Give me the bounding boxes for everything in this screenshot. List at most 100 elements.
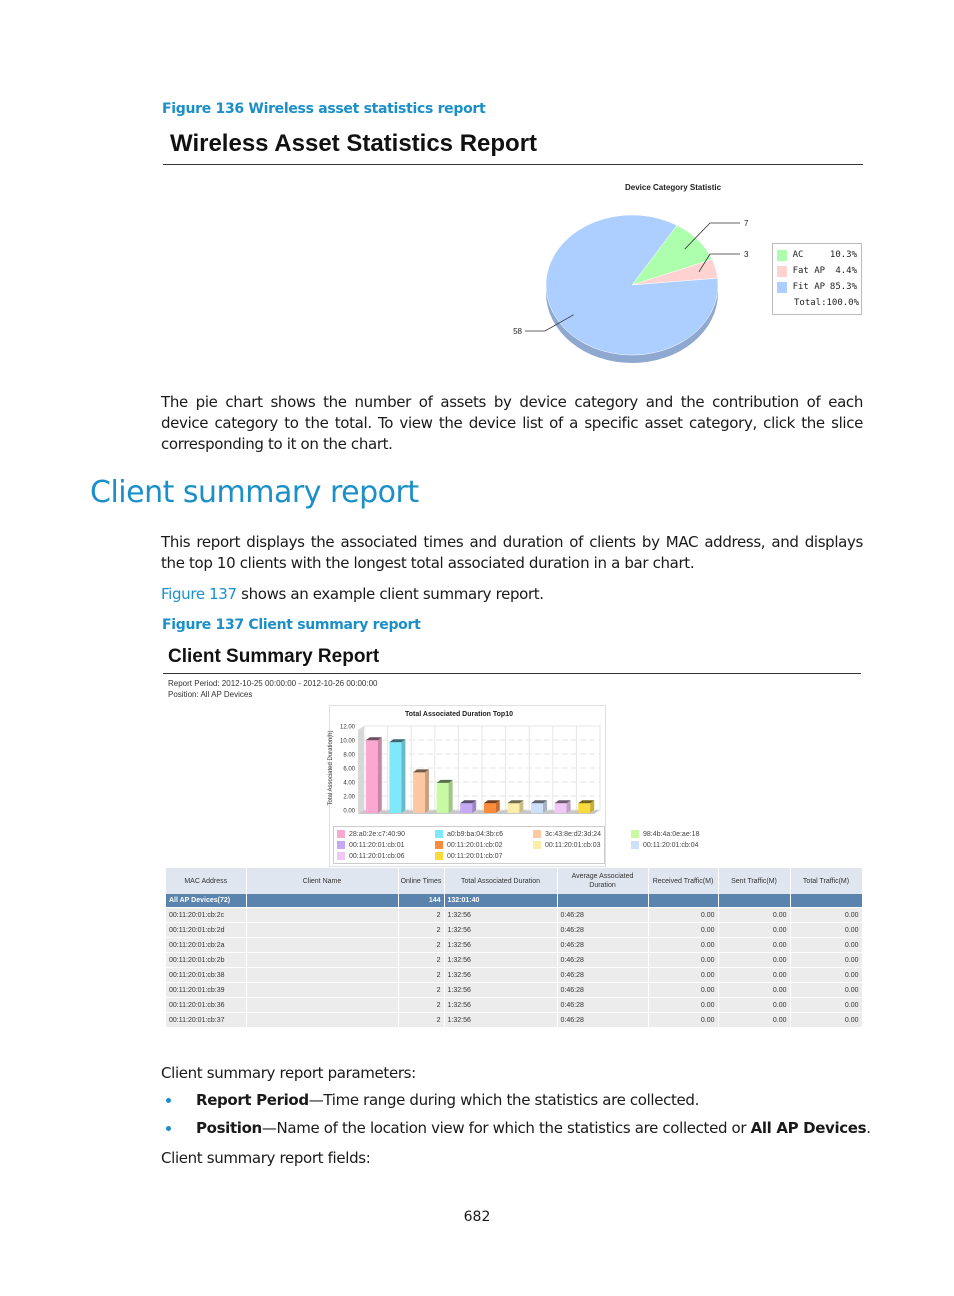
left-wall: [358, 726, 364, 814]
legend-label: 00:11:20:01:cb:07: [447, 852, 503, 860]
cell: 2: [398, 952, 445, 968]
col-sent[interactable]: Sent Traffic(M): [718, 868, 791, 894]
param-item: Position—Name of the location view for w…: [161, 1118, 881, 1146]
param-item: Report Period—Time range during which th…: [161, 1090, 881, 1118]
bar[interactable]: [507, 800, 524, 813]
table-row[interactable]: 00:11:20:01:cb:2d 2 1:32:56 0:46:28 0.00 0.00…: [166, 922, 863, 938]
cell: 1:32:56: [444, 937, 558, 953]
cell: 0.00: [718, 922, 791, 938]
cell: [790, 894, 863, 908]
figure-ref-sentence: Figure 137 shows an example client summa…: [161, 584, 863, 605]
cell: 00:11:20:01:cb:37: [166, 1012, 247, 1028]
bar[interactable]: [389, 739, 406, 813]
legend-swatch: [337, 852, 345, 860]
cell: 0.00: [648, 982, 719, 998]
col-total-duration[interactable]: Total Associated Duration: [444, 868, 558, 894]
bar-front: [436, 782, 449, 813]
bar-front: [531, 803, 543, 813]
bar-chart: 0.00 2.00 4.00 6.00 8.00 10.00 12.00 Total Asso…: [328, 725, 601, 815]
cell: 2: [398, 982, 445, 998]
cell: 0.00: [648, 922, 719, 938]
cell: 00:11:20:01:cb:2a: [166, 937, 247, 953]
cell: [246, 937, 399, 953]
pie-legend-total: Total:100.0%: [777, 295, 860, 311]
cell: 0.00: [648, 907, 719, 923]
section-heading: Client summary report: [90, 475, 419, 510]
col-client-name[interactable]: Client Name: [246, 868, 399, 894]
legend-label: 28:a0:2e:c7:40:90: [349, 830, 406, 838]
cell: 1:32:56: [444, 952, 558, 968]
bar[interactable]: [460, 800, 477, 813]
cell: 1:32:56: [444, 1012, 558, 1028]
pie-value-label: 58: [513, 327, 522, 336]
table-row[interactable]: 00:11:20:01:cb:37 2 1:32:56 0:46:28 0.00 0.00…: [166, 1012, 863, 1028]
col-avg-duration[interactable]: Average Associated Duration: [557, 868, 649, 894]
bar[interactable]: [531, 800, 547, 813]
cell: [246, 1012, 399, 1028]
bar[interactable]: [554, 800, 571, 813]
col-received[interactable]: Received Traffic(M): [648, 868, 719, 894]
col-mac[interactable]: MAC Address: [166, 868, 247, 894]
cell: [246, 982, 399, 998]
bar-legend-item: 00:11:20:01:cb:02: [435, 840, 533, 850]
cell: 00:11:20:01:cb:2c: [166, 907, 247, 923]
cell: 0:46:28: [557, 937, 649, 953]
cell: [246, 922, 399, 938]
cell: 0.00: [790, 937, 863, 953]
bar-legend-item: 00:11:20:01:cb:06: [337, 851, 435, 861]
cell: 0.00: [648, 997, 719, 1013]
table-row[interactable]: 00:11:20:01:cb:2a 2 1:32:56 0:46:28 0.00 0.00…: [166, 937, 863, 953]
y-axis-label: Total Associated Duration(h): [328, 730, 334, 805]
table-row[interactable]: 00:11:20:01:cb:36 2 1:32:56 0:46:28 0.00 0.00…: [166, 997, 863, 1013]
bullet-icon: [166, 1126, 171, 1131]
legend-label: 00:11:20:01:cb:04: [643, 841, 699, 849]
ref-text: shows an example client summary report.: [236, 585, 544, 603]
legend-swatch: [337, 841, 345, 849]
cell: 0.00: [718, 1012, 791, 1028]
bar[interactable]: [483, 800, 500, 813]
cell: 0.00: [790, 922, 863, 938]
legend-swatch: [631, 830, 639, 838]
table-row[interactable]: 00:11:20:01:cb:2c 2 1:32:56 0:46:28 0.00 0.00…: [166, 907, 863, 923]
pie-legend-item: Fat AP 4.4%: [777, 263, 857, 279]
bar[interactable]: [436, 779, 453, 813]
figure-137-caption: Figure 137 Client summary report: [162, 617, 421, 633]
bar[interactable]: [365, 737, 382, 813]
cell: 0.00: [790, 967, 863, 983]
cell: 0:46:28: [557, 1012, 649, 1028]
cell: 00:11:20:01:cb:36: [166, 997, 247, 1013]
col-online-times[interactable]: Online Times: [398, 868, 445, 894]
cell: 2: [398, 1012, 445, 1028]
cell: [648, 894, 719, 908]
pie-description: The pie chart shows the number of assets…: [161, 393, 863, 453]
figure-137-link[interactable]: Figure 137: [161, 585, 237, 603]
cell: [246, 894, 399, 908]
section-intro: This report displays the associated time…: [161, 533, 863, 572]
legend-swatch: [533, 841, 541, 849]
cell: 0.00: [790, 997, 863, 1013]
table-row[interactable]: 00:11:20:01:cb:39 2 1:32:56 0:46:28 0.00 0.00…: [166, 982, 863, 998]
pie-legend: AC 10.3% Fat AP 4.4% Fit AP 85.3% Total:…: [772, 243, 862, 315]
y-tick-label: 4.00: [343, 781, 355, 787]
table-row[interactable]: 00:11:20:01:cb:2b 2 1:32:56 0:46:28 0.00 0.00…: [166, 952, 863, 968]
bar-front: [389, 742, 402, 813]
bar[interactable]: [578, 800, 595, 813]
bar-legend-item: 3c:43:8e:d2:3d:24: [533, 829, 631, 839]
cell: 2: [398, 997, 445, 1013]
table-row[interactable]: 00:11:20:01:cb:38 2 1:32:56 0:46:28 0.00 0.00…: [166, 967, 863, 983]
legend-swatch: [533, 830, 541, 838]
bar[interactable]: [413, 769, 429, 813]
y-tick-label: 0.00: [343, 809, 355, 815]
col-total-traffic[interactable]: Total Traffic(M): [790, 868, 863, 894]
table-total-row[interactable]: All AP Devices(72) 144 132:01:40: [166, 894, 863, 908]
cell: 00:11:20:01:cb:2d: [166, 922, 247, 938]
bar-front: [483, 803, 496, 813]
cell: 1:32:56: [444, 982, 558, 998]
legend-total: Total:100.0%: [794, 298, 860, 308]
legend-swatch: [435, 830, 443, 838]
bar-legend-item: 00:11:20:01:cb:07: [435, 851, 533, 861]
cell: 1:32:56: [444, 907, 558, 923]
legend-label: 00:11:20:01:cb:03: [545, 841, 601, 849]
legend-label: a0:b9:ba:04:3b:c6: [447, 830, 504, 838]
legend-label: 00:11:20:01:cb:02: [447, 841, 503, 849]
